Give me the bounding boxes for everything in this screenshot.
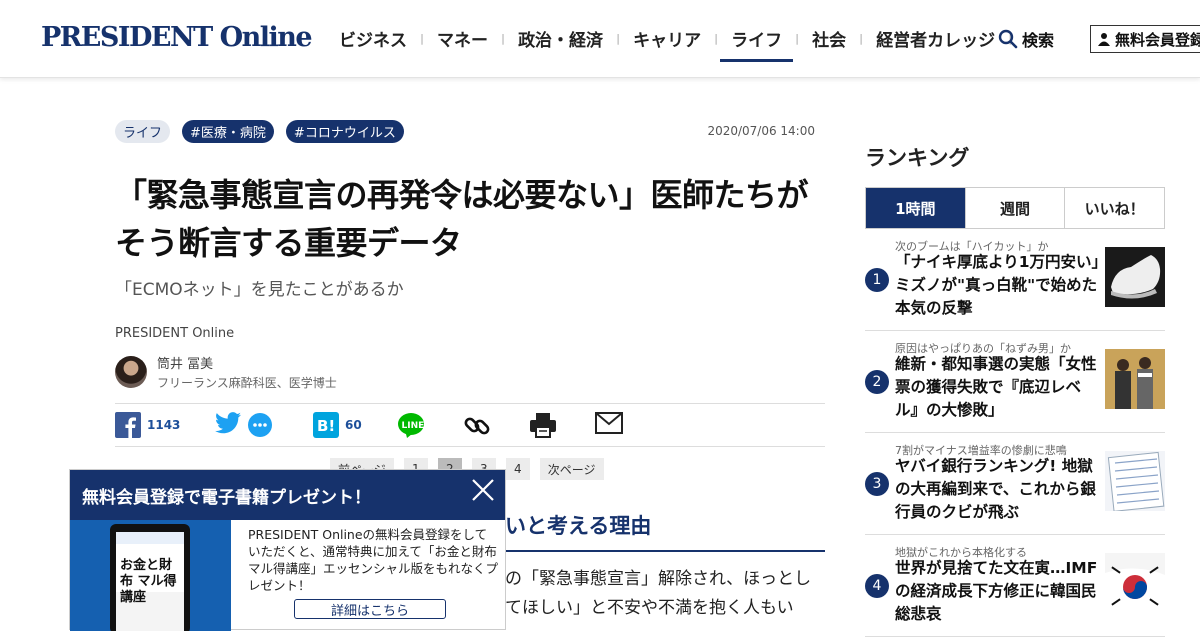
link-icon bbox=[464, 417, 490, 435]
politicians-thumbnail[interactable] bbox=[1105, 349, 1165, 409]
nav-society[interactable]: 社会 bbox=[803, 26, 855, 51]
nav-life[interactable]: ライフ bbox=[720, 26, 794, 62]
signup-popup: 無料会員登録で電子書籍プレゼント！ お金と財布 マル得講座 PRESIDENT … bbox=[69, 469, 506, 631]
signup-label: 無料会員登録 bbox=[1115, 30, 1200, 49]
article-source: PRESIDENT Online bbox=[115, 326, 235, 341]
tag-corona[interactable]: #コロナウイルス bbox=[285, 120, 404, 143]
nav-business[interactable]: ビジネス bbox=[330, 26, 416, 51]
title-line-2: そう断言する重要データ bbox=[115, 224, 462, 262]
line-share-button[interactable]: LINE bbox=[397, 412, 425, 438]
sneaker-thumbnail[interactable] bbox=[1105, 247, 1165, 307]
ranking-item[interactable]: 次のブームは「ハイカット」か 1 「ナイキ厚底より1万円安い」ミズノが"真っ白靴… bbox=[865, 229, 1165, 331]
popup-title: 無料会員登録で電子書籍プレゼント！ bbox=[70, 470, 505, 520]
search-label: 検索 bbox=[1022, 31, 1055, 50]
twitter-share-button[interactable] bbox=[215, 412, 241, 434]
nav-college[interactable]: 経営者カレッジ bbox=[867, 26, 1004, 51]
nav-separator: | bbox=[501, 32, 506, 45]
bank-table-thumbnail[interactable] bbox=[1105, 451, 1165, 511]
mail-icon bbox=[595, 412, 623, 434]
share-bar: 1143 B! 60 LINE bbox=[115, 403, 825, 447]
twitter-icon bbox=[215, 412, 241, 434]
page-4-button[interactable]: 4 bbox=[505, 458, 530, 480]
user-icon bbox=[1098, 33, 1110, 46]
ranking-title: ランキング bbox=[865, 146, 970, 170]
article-body: の「緊急事態宣言」解除され、ほっとし てほしい」と不安や不満を抱く人もい bbox=[505, 565, 825, 630]
author-avatar bbox=[115, 356, 147, 388]
body-line: てほしい」と不安や不満を抱く人もい bbox=[505, 598, 794, 618]
copy-link-button[interactable] bbox=[463, 412, 491, 440]
svg-text:B!: B! bbox=[317, 417, 335, 435]
nav-separator: | bbox=[859, 32, 864, 45]
hatena-count: 60 bbox=[345, 418, 362, 432]
hatena-share-button[interactable]: B! 60 bbox=[313, 412, 362, 438]
ranking-number: 1 bbox=[865, 268, 889, 292]
author-role: フリーランス麻酔科医、医学博士 bbox=[157, 376, 337, 390]
ranking-item[interactable]: 地獄がこれから本格化する 4 世界が見捨てた文在寅…IMFの経済成長下方修正に韓… bbox=[865, 535, 1165, 637]
author-name: 筒井 冨美 bbox=[157, 357, 214, 372]
close-icon[interactable] bbox=[469, 476, 497, 504]
comment-share-button[interactable] bbox=[247, 412, 273, 438]
ranking-item[interactable]: 7割がマイナス増益率の惨劇に悲鳴 3 ヤバイ銀行ランキング! 地獄の大再編到来で… bbox=[865, 433, 1165, 535]
article: ライフ #医療・病院 #コロナウイルス 2020/07/06 14:00 「緊急… bbox=[115, 120, 825, 447]
nav-money[interactable]: マネー bbox=[428, 26, 497, 51]
search-button[interactable]: 検索 bbox=[998, 27, 1054, 51]
tag-category[interactable]: ライフ bbox=[115, 120, 171, 143]
ranking-item[interactable]: 原因はやっぱりあの「ねずみ男」か 2 維新・都知事選の実態「女性票の獲得失敗で『… bbox=[865, 331, 1165, 433]
print-button[interactable] bbox=[529, 412, 557, 438]
ranking-sidebar: ランキング 1時間 週間 いいね！ 次のブームは「ハイカット」か 1 「ナイキ厚… bbox=[865, 142, 1165, 637]
ranking-number: 3 bbox=[865, 472, 889, 496]
body-line: の「緊急事態宣言」解除され、ほっとし bbox=[505, 569, 812, 589]
korean-flag-thumbnail[interactable] bbox=[1105, 553, 1165, 613]
ebook-image: お金と財布 マル得講座 bbox=[70, 520, 231, 631]
facebook-count: 1143 bbox=[147, 418, 181, 432]
article-subtitle: 「ECMOネット」を見たことがあるか bbox=[115, 280, 404, 300]
popup-description: PRESIDENT Onlineの無料会員登録をしていただくと、通常特典に加えて… bbox=[248, 527, 499, 593]
title-line-1: 「緊急事態宣言の再発令は必要ない」医師たちが bbox=[115, 176, 809, 214]
email-share-button[interactable] bbox=[595, 412, 623, 434]
nav-separator: | bbox=[714, 32, 719, 45]
site-logo[interactable]: PRESIDENT Online bbox=[41, 22, 313, 53]
tag-medical[interactable]: #医療・病院 bbox=[182, 120, 274, 143]
ranking-number: 4 bbox=[865, 574, 889, 598]
publish-date: 2020/07/06 14:00 bbox=[707, 124, 815, 138]
details-button[interactable]: 詳細はこちら bbox=[294, 599, 446, 619]
tab-1hour[interactable]: 1時間 bbox=[866, 188, 965, 228]
site-header: PRESIDENT Online ビジネス | マネー | 政治・経済 | キャリア |… bbox=[0, 0, 1200, 78]
ranking-number: 2 bbox=[865, 370, 889, 394]
ranking-headline[interactable]: 維新・都知事選の実態「女性票の獲得失敗で『底辺レベル』の大惨敗」 bbox=[895, 353, 1101, 422]
nav-politics[interactable]: 政治・経済 bbox=[509, 26, 612, 51]
svg-text:LINE: LINE bbox=[402, 421, 425, 431]
article-title: 「緊急事態宣言の再発令は必要ない」医師たちが そう断言する重要データ bbox=[115, 171, 825, 267]
facebook-icon bbox=[115, 412, 141, 438]
ranking-headline[interactable]: 世界が見捨てた文在寅…IMFの経済成長下方修正に韓国民総悲哀 bbox=[895, 557, 1101, 626]
ebook-title: お金と財布 マル得講座 bbox=[120, 558, 177, 605]
line-icon: LINE bbox=[398, 413, 425, 438]
ranking-headline[interactable]: ヤバイ銀行ランキング! 地獄の大再編到来で、これから銀行員のクビが飛ぶ bbox=[895, 455, 1101, 524]
author-block[interactable]: 筒井 冨美 フリーランス麻酔科医、医学博士 bbox=[115, 353, 825, 391]
nav-career[interactable]: キャリア bbox=[624, 26, 710, 51]
nav-separator: | bbox=[795, 32, 800, 45]
section-heading: いと考える理由 bbox=[505, 514, 652, 538]
search-icon bbox=[998, 29, 1018, 49]
speech-bubble-icon bbox=[248, 413, 272, 437]
ranking-tabs: 1時間 週間 いいね！ bbox=[865, 187, 1165, 229]
next-page-button[interactable]: 次ページ bbox=[539, 458, 604, 480]
main-nav: ビジネス | マネー | 政治・経済 | キャリア | ライフ | 社会 | 経営者カレッジ… bbox=[330, 26, 1016, 62]
tab-weekly[interactable]: 週間 bbox=[964, 188, 1065, 228]
nav-separator: | bbox=[616, 32, 621, 45]
tab-likes[interactable]: いいね！ bbox=[1064, 188, 1164, 228]
section-divider bbox=[505, 550, 825, 552]
hatena-bookmark-icon: B! bbox=[313, 412, 339, 438]
facebook-share-button[interactable]: 1143 bbox=[115, 412, 180, 438]
signup-button[interactable]: 無料会員登録 bbox=[1090, 25, 1200, 53]
nav-separator: | bbox=[420, 32, 425, 45]
printer-icon bbox=[530, 413, 556, 438]
ranking-headline[interactable]: 「ナイキ厚底より1万円安い」ミズノが"真っ白靴"で始めた本気の反撃 bbox=[895, 251, 1101, 320]
